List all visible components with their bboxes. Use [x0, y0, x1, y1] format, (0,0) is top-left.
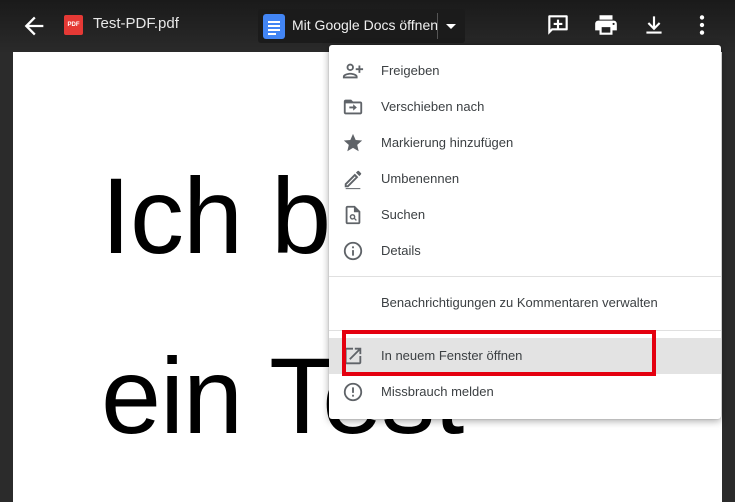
pencil-icon	[344, 170, 362, 190]
menu-item-share[interactable]: Freigeben	[329, 53, 721, 89]
print-icon[interactable]	[593, 12, 619, 38]
menu-item-star[interactable]: Markierung hinzufügen	[329, 125, 721, 161]
menu-item-rename[interactable]: Umbenennen	[329, 161, 721, 197]
document-text-line-1: Ich b	[101, 155, 331, 276]
back-arrow-icon[interactable]	[20, 12, 48, 40]
menu-divider	[329, 276, 721, 277]
menu-item-comment-notifications[interactable]: Benachrichtigungen zu Kommentaren verwal…	[329, 285, 721, 321]
folder-move-icon	[343, 99, 363, 115]
find-in-page-icon	[345, 205, 361, 225]
menu-item-search[interactable]: Suchen	[329, 197, 721, 233]
file-name: Test-PDF.pdf	[93, 15, 179, 32]
menu-item-details[interactable]: Details	[329, 233, 721, 269]
menu-item-label: Missbrauch melden	[381, 384, 494, 399]
button-divider	[437, 13, 438, 39]
open-with-label: Mit Google Docs öffnen	[292, 17, 439, 33]
pdf-file-icon: PDF	[64, 15, 83, 35]
highlight-annotation-box	[342, 330, 656, 376]
person-add-icon	[342, 63, 364, 79]
report-icon	[343, 382, 363, 402]
menu-item-label: Markierung hinzufügen	[381, 135, 514, 150]
add-comment-icon[interactable]	[545, 12, 571, 38]
menu-item-report-abuse[interactable]: Missbrauch melden	[329, 374, 721, 410]
download-icon[interactable]	[641, 12, 667, 38]
menu-item-move[interactable]: Verschieben nach	[329, 89, 721, 125]
menu-item-label: Verschieben nach	[381, 99, 485, 114]
open-with-google-docs-button[interactable]: Mit Google Docs öffnen	[258, 9, 465, 43]
more-vert-icon[interactable]	[689, 12, 715, 38]
google-docs-icon	[263, 14, 285, 39]
info-icon	[343, 241, 363, 261]
menu-item-label: Umbenennen	[381, 171, 460, 186]
star-icon	[343, 133, 363, 152]
menu-item-label: Freigeben	[381, 63, 440, 78]
chevron-down-icon[interactable]	[444, 21, 458, 31]
menu-item-label: Benachrichtigungen zu Kommentaren verwal…	[381, 295, 658, 310]
menu-item-label: Details	[381, 243, 421, 258]
menu-item-label: Suchen	[381, 207, 426, 222]
